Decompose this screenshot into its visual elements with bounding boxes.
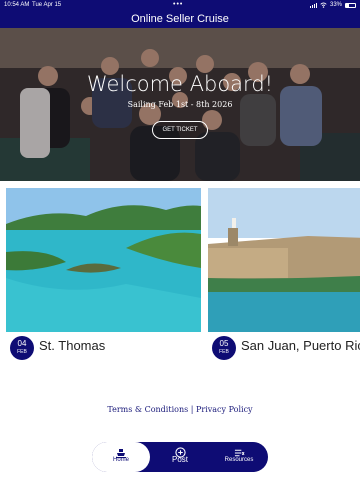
multitask-dots[interactable]: ••• [173, 0, 183, 10]
signal-icon [309, 2, 317, 8]
date-badge: 05 FEB [212, 336, 236, 360]
tab-post[interactable]: Post [150, 442, 210, 472]
app-screen: 10:54 AM Tue Apr 15 ••• 33% Online Selle… [0, 0, 360, 480]
ship-icon [92, 442, 150, 458]
tab-resources-label: Resources [224, 457, 254, 463]
wifi-icon [320, 2, 327, 8]
get-ticket-button[interactable]: GET TICKET [152, 121, 208, 139]
status-time: 10:54 AM [4, 2, 30, 8]
port-photo-st-thomas [6, 188, 201, 332]
legal-separator: | [188, 405, 196, 414]
date-month: FEB [219, 349, 229, 355]
tab-home[interactable]: Home [92, 442, 150, 472]
port-name: St. Thomas [39, 338, 106, 353]
date-day: 05 [219, 339, 229, 348]
legal-links: Terms & Conditions | Privacy Policy [0, 405, 360, 414]
list-icon [210, 442, 268, 457]
page-title: Online Seller Cruise [131, 13, 229, 25]
date-day: 04 [17, 339, 27, 348]
tab-resources[interactable]: Resources [210, 442, 268, 472]
port-photo-san-juan [208, 188, 360, 332]
date-badge: 04 FEB [10, 336, 34, 360]
status-bar: 10:54 AM Tue Apr 15 ••• 33% [0, 0, 360, 10]
tab-home-label: Home [112, 457, 129, 463]
port-card[interactable]: 05 FEB San Juan, Puerto Rico [208, 188, 360, 364]
app-header: 10:54 AM Tue Apr 15 ••• 33% Online Selle… [0, 0, 360, 28]
privacy-link[interactable]: Privacy Policy [196, 405, 253, 414]
date-month: FEB [17, 349, 27, 355]
tab-post-label: Post [171, 455, 188, 464]
terms-link[interactable]: Terms & Conditions [107, 405, 188, 414]
bottom-tab-bar: Home Post Resources [92, 442, 268, 472]
hero-title: Welcome Aboard! [86, 72, 274, 96]
port-carousel[interactable]: 04 FEB St. Thomas 05 FEB San Juan, Puert… [0, 188, 360, 364]
battery-icon [345, 2, 356, 8]
port-name: San Juan, Puerto Rico [241, 338, 360, 353]
hero-subtitle: Sailing Feb 1st - 8th 2026 [127, 100, 233, 109]
battery-percent: 33% [329, 2, 342, 8]
status-date: Tue Apr 15 [32, 2, 62, 8]
status-indicators: 33% [309, 0, 356, 10]
port-card[interactable]: 04 FEB St. Thomas [6, 188, 201, 364]
add-circle-icon [150, 442, 210, 458]
hero-banner: Welcome Aboard! Sailing Feb 1st - 8th 20… [0, 28, 360, 181]
